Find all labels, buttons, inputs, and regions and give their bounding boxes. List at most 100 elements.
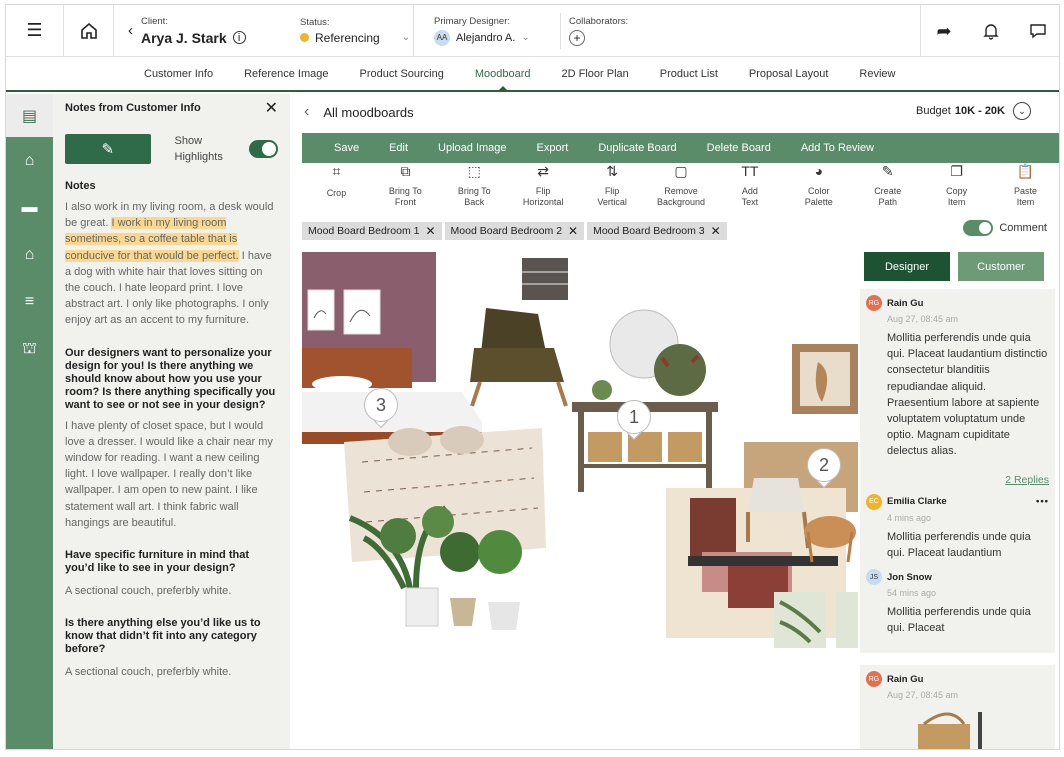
designer-avatar: AA — [434, 29, 450, 46]
tab-product-sourcing[interactable]: Product Sourcing — [359, 60, 443, 88]
tab-2d-floor-plan[interactable]: 2D Floor Plan — [562, 60, 629, 88]
chevron-down-icon: ⌄ — [401, 32, 411, 43]
client-field[interactable]: ‹ Client: Arya J. Stark i Status: Referen… — [114, 5, 414, 57]
budget[interactable]: Budget 10K - 20K ⌄ — [916, 102, 1031, 120]
upload-image-button[interactable]: Upload Image — [438, 142, 507, 154]
tool-label: Flip — [604, 186, 620, 196]
notes-title: Notes from Customer Info — [65, 102, 201, 114]
comment-switch[interactable] — [963, 220, 994, 236]
tool-label: Remove — [664, 186, 698, 196]
tool-pen[interactable]: ✎ Create Path — [853, 164, 922, 208]
share-button[interactable]: ➦ — [920, 5, 967, 57]
tab-review[interactable]: Review — [859, 60, 895, 88]
edit-notes-button[interactable]: ✎ — [65, 134, 151, 164]
tool-label: Vertical — [597, 197, 627, 207]
tool-label: Path — [878, 197, 897, 207]
rail-item-sofa[interactable]: ▬ — [6, 184, 53, 231]
tool-label: Create — [874, 186, 902, 196]
moodboards-title: All moodboards — [323, 104, 414, 120]
top-bar: ☰ ‹ Client: Arya J. Stark i Status: Refer… — [6, 5, 1059, 57]
comment-label: Comment — [999, 222, 1047, 234]
moodboard-canvas[interactable]: 3 1 2 — [302, 252, 858, 749]
close-icon[interactable]: ✕ — [265, 98, 278, 118]
replies-link[interactable]: 2 Replies — [866, 474, 1049, 486]
app-window: ☰ ‹ Client: Arya J. Stark i Status: Refer… — [5, 4, 1060, 750]
tool-bring-back[interactable]: ⬚ Bring To Back — [440, 164, 509, 208]
more-icon[interactable]: ••• — [1036, 496, 1049, 507]
pin-marker-2[interactable]: 2 — [807, 448, 841, 490]
tool-remove-bg[interactable]: ▢ Remove Background — [647, 163, 716, 208]
tool-label: Front — [394, 197, 416, 207]
tool-label: Bring To — [457, 186, 491, 196]
status-value: Referencing — [315, 30, 380, 45]
bank-icon: ⛫ — [22, 339, 37, 357]
customer-button[interactable]: Customer — [958, 252, 1044, 281]
rail-item-store[interactable]: ⌂ — [6, 231, 53, 278]
budget-label: Budget — [915, 105, 951, 117]
close-icon[interactable]: ✕ — [568, 224, 578, 238]
tool-paste[interactable]: 📋 Paste Item — [991, 163, 1059, 208]
paste-icon: 📋 — [1016, 163, 1035, 179]
board-tab-3[interactable]: Mood Board Bedroom 3 ✕ — [587, 222, 727, 240]
tool-palette[interactable]: ◕ Color Palette — [784, 164, 853, 208]
board-tab-1[interactable]: Mood Board Bedroom 1 ✕ — [302, 222, 442, 240]
pencil-icon: ✎ — [101, 141, 115, 158]
comment-time: Aug 27, 08:45 am — [887, 690, 959, 700]
board-tab-2[interactable]: Mood Board Bedroom 2 ✕ — [444, 222, 585, 240]
tool-bring-front[interactable]: ⧉ Bring To Front — [371, 164, 440, 208]
rail-item-playlist[interactable]: ≡ — [6, 278, 53, 325]
add-to-review-button[interactable]: Add To Review — [801, 142, 874, 154]
tab-moodboard[interactable]: Moodboard — [475, 60, 531, 91]
tool-copy[interactable]: ❐ Copy Item — [922, 164, 991, 208]
add-collaborator-icon[interactable]: + — [569, 29, 585, 46]
close-icon[interactable]: ✕ — [425, 224, 435, 238]
home-button[interactable] — [64, 5, 114, 57]
pin-marker-1[interactable]: 1 — [617, 400, 651, 442]
pin-marker-3[interactable]: 3 — [364, 388, 398, 430]
tab-proposal-layout[interactable]: Proposal Layout — [749, 60, 829, 88]
rail-item-bank[interactable]: ⛫ — [6, 325, 53, 372]
tool-label: Back — [464, 197, 485, 207]
comment-image — [918, 712, 982, 749]
tab-product-list[interactable]: Product List — [660, 60, 718, 88]
back-chevron-icon[interactable]: ‹ — [304, 103, 309, 121]
highlights-toggle[interactable] — [248, 140, 278, 158]
tool-crop[interactable]: ⌗ Crop — [302, 163, 371, 208]
edit-button[interactable]: Edit — [389, 142, 408, 154]
tool-label: Horizontal — [522, 197, 564, 207]
chat-button[interactable] — [1014, 5, 1059, 57]
save-button[interactable]: Save — [334, 142, 359, 154]
designer-field[interactable]: Primary Designer: AA Alejandro A. ⌄ — [414, 5, 560, 57]
flip-h-icon: ⇄ — [537, 163, 550, 179]
comment-toggle[interactable]: Comment — [963, 220, 1047, 236]
crop-icon: ⌗ — [332, 163, 341, 179]
designer-button[interactable]: Designer — [864, 252, 950, 281]
close-icon[interactable]: ✕ — [711, 224, 721, 238]
tool-flip-v[interactable]: ⇅ Flip Vertical — [578, 164, 647, 208]
chevron-down-icon[interactable]: ⌄ — [1013, 102, 1031, 120]
tab-reference-image[interactable]: Reference Image — [244, 60, 328, 88]
comment-thread: RG Rain Gu Aug 27, 08:45 am Mollitia perf… — [860, 289, 1055, 653]
store-icon: ⌂ — [24, 245, 35, 263]
comment-author: Rain Gu — [887, 673, 924, 685]
tool-flip-h[interactable]: ⇄ Flip Horizontal — [509, 163, 578, 208]
status-field[interactable]: Status: Referencing ⌄ — [286, 5, 410, 57]
delete-board-button[interactable]: Delete Board — [707, 142, 771, 154]
export-button[interactable]: Export — [537, 142, 569, 154]
collaborators-field: Collaborators: + — [560, 12, 628, 49]
rail-item-home[interactable]: ⌂ — [6, 137, 53, 184]
share-icon: ➦ — [936, 20, 952, 41]
bell-icon — [982, 24, 999, 40]
menu-button[interactable]: ☰ — [6, 5, 64, 57]
question-2: Have specific furniture in mind that you… — [65, 549, 249, 575]
notifications-button[interactable] — [967, 5, 1014, 57]
rail-item-notes[interactable]: ▤ — [6, 94, 53, 137]
tab-customer-info[interactable]: Customer Info — [144, 60, 213, 88]
playlist-icon: ≡ — [24, 292, 35, 310]
info-icon[interactable]: i — [232, 31, 246, 44]
duplicate-board-button[interactable]: Duplicate Board — [598, 142, 676, 154]
tool-add-text[interactable]: TT Add Text — [715, 164, 784, 208]
remove-bg-icon: ▢ — [674, 163, 688, 179]
pin-number: 1 — [617, 400, 651, 434]
notes-panel: Notes from Customer Info ✕ ✎ Show Highlig… — [53, 94, 290, 749]
